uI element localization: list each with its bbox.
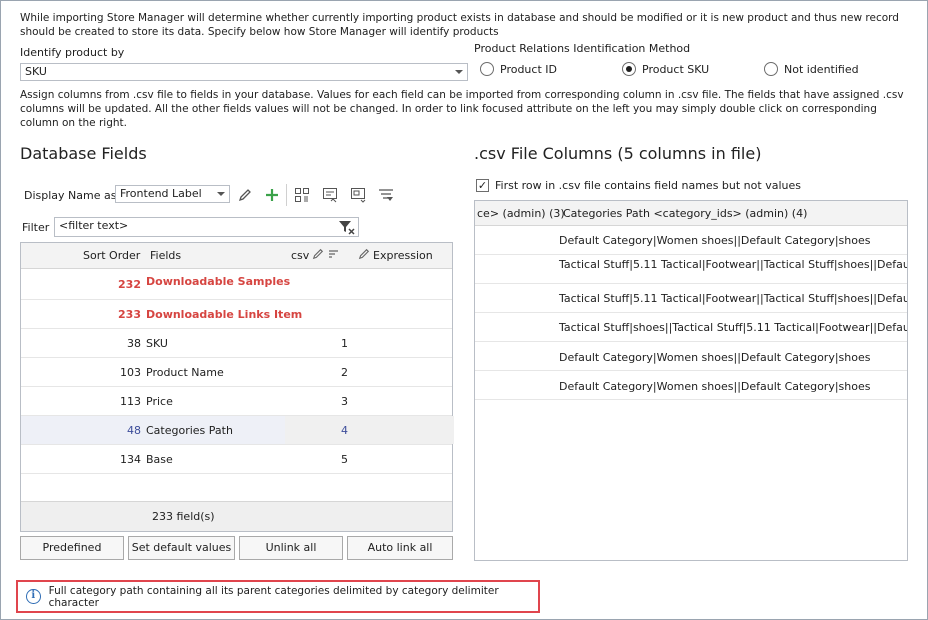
toolbar-divider: [286, 184, 287, 206]
col-sort-order[interactable]: Sort Order: [83, 249, 140, 262]
add-icon[interactable]: [263, 186, 281, 204]
row-csv: 1: [341, 337, 348, 350]
row-csv: 4: [341, 424, 348, 437]
radio-circle: [764, 62, 778, 76]
filter-placeholder: <filter text>: [59, 219, 129, 232]
row-field: Price: [146, 395, 173, 408]
database-fields-grid: Sort Order Fields csv Expression 232 Dow…: [20, 242, 454, 532]
identify-product-combo[interactable]: SKU: [20, 63, 468, 81]
chevron-down-icon: [217, 192, 225, 196]
table-row-selected[interactable]: 48 Categories Path 4: [21, 416, 454, 445]
csv-cell: Tactical Stuff|5.11 Tactical|Footwear||T…: [559, 292, 908, 305]
radio-not-identified[interactable]: Not identified: [764, 62, 859, 76]
clear-filter-icon[interactable]: [338, 219, 356, 239]
predefined-button[interactable]: Predefined: [20, 536, 124, 560]
row-sort-order: 134: [120, 453, 141, 466]
radio-product-id-label: Product ID: [500, 62, 557, 76]
csv-cell: Default Category|Women shoes||Default Ca…: [559, 234, 871, 247]
edit-grid-icon[interactable]: [321, 186, 339, 204]
row-field: Product Name: [146, 366, 224, 379]
database-fields-title: Database Fields: [20, 144, 147, 163]
table-row[interactable]: 38 SKU 1: [21, 329, 452, 358]
set-default-values-button[interactable]: Set default values: [128, 536, 235, 560]
csv-row[interactable]: Default Category|Women shoes||Default Ca…: [475, 371, 907, 400]
radio-circle-checked: [622, 62, 636, 76]
intro-text: While importing Store Manager will deter…: [20, 12, 899, 38]
row-sort-order: 232: [118, 278, 141, 291]
row-field: Downloadable Links Item: [146, 308, 303, 321]
chevron-down-icon: [455, 70, 463, 74]
unlink-all-button[interactable]: Unlink all: [239, 536, 343, 560]
row-field: Categories Path: [146, 424, 233, 437]
csv-row[interactable]: Default Category|Women shoes||Default Ca…: [475, 342, 907, 371]
csv-row[interactable]: Default Category|Women shoes||Default Ca…: [475, 226, 907, 255]
checkbox-checked: ✓: [476, 179, 489, 192]
radio-not-identified-label: Not identified: [784, 62, 859, 76]
field-description-info: i Full category path containing all its …: [16, 580, 540, 613]
pencil-icon[interactable]: [236, 186, 254, 204]
row-csv: 2: [341, 366, 348, 379]
sort-icon[interactable]: [328, 249, 339, 263]
row-csv: 5: [341, 453, 348, 466]
auto-link-all-button[interactable]: Auto link all: [347, 536, 453, 560]
first-row-checkbox[interactable]: ✓ First row in .csv file contains field …: [476, 179, 801, 192]
first-row-label: First row in .csv file contains field na…: [495, 179, 801, 192]
col-expression[interactable]: Expression: [373, 249, 433, 262]
filter-label: Filter: [22, 221, 50, 234]
row-sort-order: 113: [120, 395, 141, 408]
row-csv: 3: [341, 395, 348, 408]
row-sort-order: 48: [127, 424, 141, 437]
identify-product-label: Identify product by: [20, 46, 125, 59]
radio-product-sku-label: Product SKU: [642, 62, 710, 76]
barcode-icon[interactable]: [293, 186, 311, 204]
pencil-icon[interactable]: [312, 248, 324, 263]
csv-col-header-4[interactable]: Categories Path <category_ids> (admin) (…: [563, 207, 807, 220]
radio-circle: [480, 62, 494, 76]
table-row[interactable]: 113 Price 3: [21, 387, 452, 416]
row-sort-order: 38: [127, 337, 141, 350]
csv-grid-header: ce> (admin) (3) Categories Path <categor…: [475, 201, 907, 226]
csv-row[interactable]: Tactical Stuff|5.11 Tactical|Footwear||T…: [475, 284, 907, 313]
display-name-label: Display Name as: [24, 189, 117, 202]
pencil-icon[interactable]: [358, 248, 370, 263]
export-grid-icon[interactable]: [349, 186, 367, 204]
identify-product-value: SKU: [25, 65, 47, 78]
field-description-text: Full category path containing all its pa…: [48, 584, 499, 609]
filter-input[interactable]: <filter text>: [54, 217, 359, 237]
col-csv[interactable]: csv: [291, 249, 309, 262]
grid-footer: 233 field(s): [21, 501, 452, 531]
csv-cell: Default Category|Women shoes||Default Ca…: [559, 380, 871, 393]
col-fields[interactable]: Fields: [150, 249, 181, 262]
csv-columns-title: .csv File Columns (5 columns in file): [474, 144, 762, 163]
row-field: Downloadable Samples: [146, 275, 291, 288]
radio-product-sku[interactable]: Product SKU: [622, 62, 709, 76]
row-field: SKU: [146, 337, 168, 350]
relations-method-label: Product Relations Identification Method: [474, 42, 691, 55]
row-sort-order: 233: [118, 308, 141, 321]
table-row[interactable]: 232 Downloadable Samples: [21, 269, 452, 300]
assign-text: Assign columns from .csv file to fields …: [20, 89, 904, 129]
csv-cell: Default Category|Women shoes||Default Ca…: [559, 351, 871, 364]
grid-header: Sort Order Fields csv Expression: [21, 243, 452, 269]
radio-product-id[interactable]: Product ID: [480, 62, 557, 76]
filter-sort-icon[interactable]: [377, 186, 395, 204]
field-count: 233 field(s): [152, 510, 215, 523]
table-row[interactable]: 103 Product Name 2: [21, 358, 452, 387]
csv-cell: Tactical Stuff|shoes||Tactical Stuff|5.1…: [559, 321, 908, 334]
display-name-combo[interactable]: Frontend Label: [115, 185, 230, 203]
display-name-value: Frontend Label: [120, 187, 202, 200]
csv-col-header-3[interactable]: ce> (admin) (3): [477, 207, 565, 220]
csv-row[interactable]: Tactical Stuff|shoes||Tactical Stuff|5.1…: [475, 313, 907, 342]
focused-cell: [285, 416, 454, 444]
csv-columns-grid: ce> (admin) (3) Categories Path <categor…: [474, 200, 908, 561]
csv-cell: Tactical Stuff|5.11 Tactical|Footwear||T…: [559, 258, 908, 271]
info-icon: i: [26, 589, 41, 604]
table-row[interactable]: 233 Downloadable Links Item: [21, 300, 452, 329]
row-field: Base: [146, 453, 173, 466]
table-row[interactable]: 134 Base 5: [21, 445, 452, 474]
row-sort-order: 103: [120, 366, 141, 379]
csv-row[interactable]: Tactical Stuff|5.11 Tactical|Footwear||T…: [475, 255, 907, 284]
